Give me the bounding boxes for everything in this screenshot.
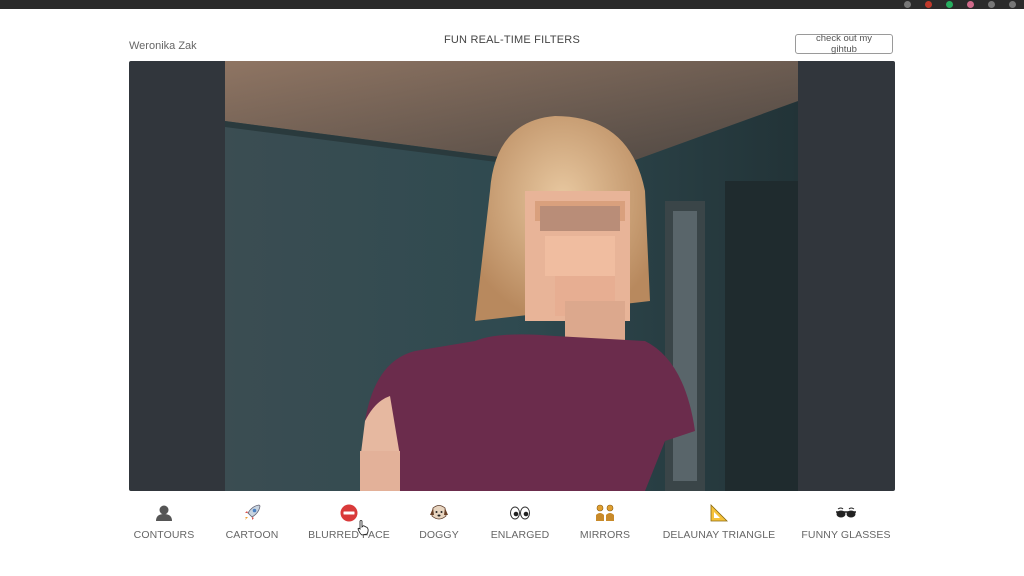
sunglasses-icon xyxy=(835,502,857,524)
webcam-video xyxy=(225,61,798,491)
filter-label: ENLARGED xyxy=(490,529,550,541)
filter-label: DOGGY xyxy=(419,529,459,541)
filter-label: CARTOON xyxy=(225,529,279,541)
filter-contours[interactable]: CONTOURS xyxy=(133,502,195,546)
filter-delaunay-triangle[interactable]: DELAUNAY TRIANGLE xyxy=(662,502,776,546)
filter-label: DELAUNAY TRIANGLE xyxy=(662,529,776,541)
filter-label: FUNNY GLASSES xyxy=(801,529,891,541)
extension-icon[interactable] xyxy=(967,1,974,8)
filter-cartoon[interactable]: CARTOON xyxy=(221,502,283,546)
filter-doggy[interactable]: DOGGY xyxy=(413,502,465,546)
eyes-icon xyxy=(509,502,531,524)
browser-toolbar-strip xyxy=(0,0,1024,9)
video-container xyxy=(129,61,895,491)
extension-icon[interactable] xyxy=(925,1,932,8)
filter-funny-glasses[interactable]: FUNNY GLASSES xyxy=(801,502,891,546)
extension-icon[interactable] xyxy=(946,1,953,8)
hand-pointer-cursor-icon xyxy=(357,520,369,541)
filter-label: CONTOURS xyxy=(133,529,195,541)
rocket-icon xyxy=(241,502,263,524)
filter-enlarged[interactable]: ENLARGED xyxy=(489,502,551,546)
triangular-ruler-icon xyxy=(708,502,730,524)
people-icon xyxy=(594,502,616,524)
filter-bar: CONTOURS CARTOON BLURRED FACE DOGGY ENLA… xyxy=(129,502,895,552)
dog-face-icon xyxy=(428,502,450,524)
profile-avatar[interactable] xyxy=(1009,1,1016,8)
filter-blurred-face[interactable]: BLURRED FACE xyxy=(307,502,391,546)
extension-icon[interactable] xyxy=(904,1,911,8)
github-link-button[interactable]: check out my gihtub xyxy=(795,33,893,55)
filter-label: BLURRED FACE xyxy=(308,529,390,541)
filter-label: MIRRORS xyxy=(579,529,631,541)
extension-icon[interactable] xyxy=(988,1,995,8)
bust-silhouette-icon xyxy=(153,502,175,524)
filter-mirrors[interactable]: MIRRORS xyxy=(579,502,631,546)
